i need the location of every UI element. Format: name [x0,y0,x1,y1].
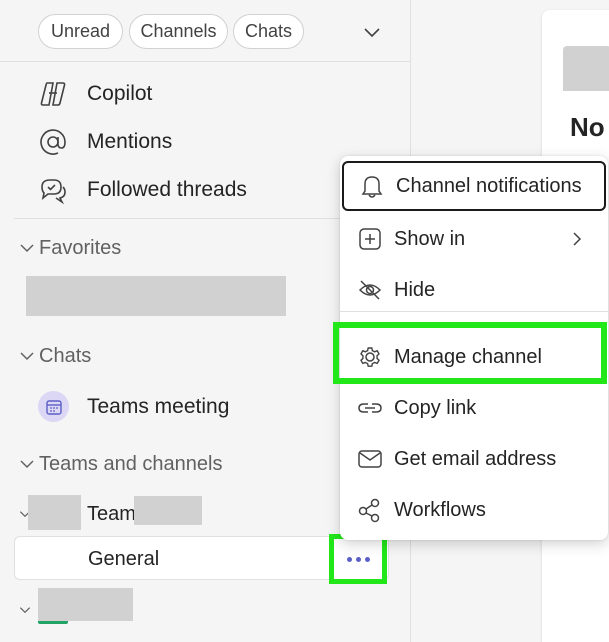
chevron-right-icon [573,232,582,246]
link-icon [356,394,384,422]
nav-label-followed-threads: Followed threads [87,178,247,201]
menu-label: Copy link [394,396,477,419]
chat-label-teams-meeting: Teams meeting [87,395,230,418]
menu-label: Get email address [394,447,557,470]
more-options-button[interactable] [329,534,387,584]
at-icon [38,127,68,157]
section-favorites[interactable]: Favorites [18,233,121,263]
nav-item-followed-threads[interactable]: Followed threads [38,172,247,208]
redacted-team-name [134,496,202,525]
workflows-icon [356,496,384,524]
chevron-down-icon[interactable] [362,22,382,42]
chevron-down-icon [20,244,34,253]
chevron-down-icon [20,352,34,361]
divider [340,311,608,312]
calendar-icon [38,391,69,422]
copilot-icon [38,79,68,109]
filter-chip-channels[interactable]: Channels [129,14,228,49]
chevron-down-icon[interactable] [18,603,32,617]
menu-item-hide[interactable]: Hide [342,265,606,315]
bell-icon [358,172,386,200]
section-teams-and-channels[interactable]: Teams and channels [18,449,222,479]
menu-item-show-in[interactable]: Show in [342,214,606,264]
dot [364,556,370,562]
menu-item-workflows[interactable]: Workflows [342,485,606,535]
highlight-box [333,322,607,384]
redacted-team-name[interactable] [38,588,133,621]
filter-bar: Unread Channels Chats [0,0,411,62]
channel-label-general: General [88,548,160,570]
dot [355,556,361,562]
nav-item-copilot[interactable]: Copilot [38,76,152,112]
section-chats[interactable]: Chats [18,341,91,371]
nav-item-mentions[interactable]: Mentions [38,124,172,160]
menu-label: Hide [394,278,436,301]
team-avatar [28,495,81,530]
menu-item-get-email-address[interactable]: Get email address [342,434,606,484]
menu-label: Show in [394,227,466,250]
team-name[interactable]: Team [87,503,136,526]
nav-label-mentions: Mentions [87,130,173,153]
menu-label: Channel notifications [396,174,582,197]
menu-item-copy-link[interactable]: Copy link [342,383,606,433]
mail-icon [356,445,384,473]
redacted-favorite-item[interactable] [26,276,286,316]
dot [346,556,352,562]
card-title: No [570,112,605,142]
followed-threads-icon [38,175,68,205]
section-label-favorites: Favorites [39,236,122,259]
filter-chip-unread[interactable]: Unread [38,14,123,49]
redacted-image [563,46,609,91]
chevron-down-icon [20,460,34,469]
filter-chip-chats[interactable]: Chats [233,14,304,49]
nav-label-copilot: Copilot [87,82,153,105]
menu-label: Workflows [394,498,486,521]
section-label-teams-and-channels: Teams and channels [39,452,223,475]
add-square-icon [356,225,384,253]
section-label-chats: Chats [39,344,92,367]
menu-item-channel-notifications[interactable]: Channel notifications [342,161,606,211]
eye-off-icon [356,276,384,304]
